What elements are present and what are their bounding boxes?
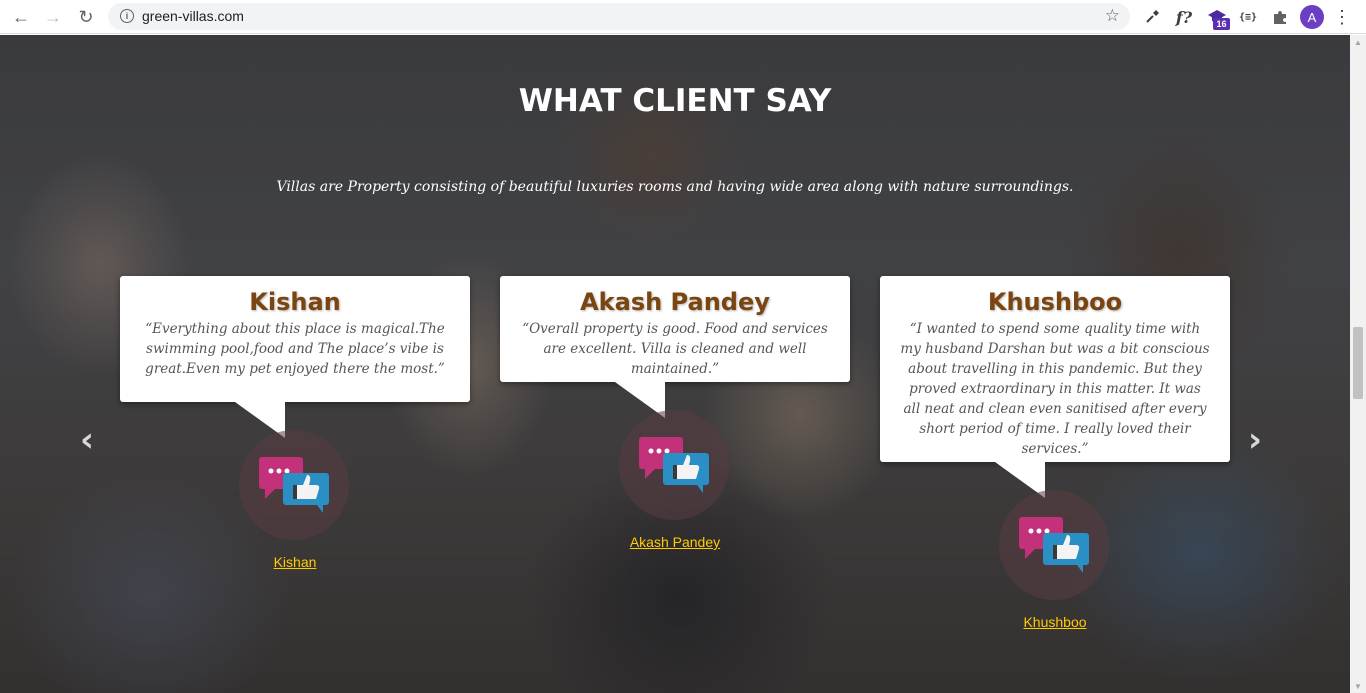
extension-count-badge: 16 xyxy=(1213,18,1230,30)
section-subtitle: Villas are Property consisting of beauti… xyxy=(276,179,1074,195)
browser-toolbar: ← → ↻ i green-villas.com ☆ f? 16 {≡} A ⋮ xyxy=(0,0,1366,34)
reload-button[interactable]: ↻ xyxy=(74,5,98,29)
back-button[interactable]: ← xyxy=(9,5,33,29)
chat-like-icon xyxy=(639,437,709,493)
client-name: Akash Pandey xyxy=(580,288,770,316)
puzzle-icon xyxy=(1274,11,1286,24)
testimonials-section: WHAT CLIENT SAY Villas are Property cons… xyxy=(0,35,1350,693)
client-name: Khushboo xyxy=(987,288,1123,316)
client-quote: “Everything about this place is magical.… xyxy=(145,321,445,377)
chat-like-icon xyxy=(259,457,329,513)
client-avatar-akash-pandey xyxy=(619,410,729,520)
url-text[interactable]: green-villas.com xyxy=(142,8,244,24)
client-quote: “Overall property is good. Food and serv… xyxy=(522,321,828,377)
page-scrollbar[interactable]: ▲ ▼ xyxy=(1350,35,1366,693)
json-extension-button[interactable]: {≡} xyxy=(1236,5,1260,29)
client-avatar-kishan xyxy=(239,430,349,540)
chat-like-icon xyxy=(1019,517,1089,573)
scroll-up-arrow-icon[interactable]: ▲ xyxy=(1350,35,1366,49)
testimonial-card-akash-pandey: Akash Pandey “Overall property is good. … xyxy=(500,276,850,418)
carousel-prev-arrow-icon[interactable]: ‹ xyxy=(80,420,94,460)
client-quote: “I wanted to spend some quality time wit… xyxy=(900,321,1210,457)
extensions-button[interactable] xyxy=(1270,5,1290,29)
scroll-thumb[interactable] xyxy=(1353,327,1363,399)
forward-arrow-icon: → xyxy=(44,7,62,27)
profile-avatar[interactable]: A xyxy=(1300,5,1324,29)
client-link-kishan[interactable]: Kishan xyxy=(195,554,395,570)
back-arrow-icon: ← xyxy=(12,7,30,27)
client-link-khushboo[interactable]: Khushboo xyxy=(955,614,1155,630)
client-avatar-khushboo xyxy=(999,490,1109,600)
address-bar[interactable]: i green-villas.com ☆ xyxy=(108,3,1130,30)
testimonial-card-kishan: Kishan “Everything about this place is m… xyxy=(120,276,470,438)
eyedropper-icon xyxy=(1146,10,1159,23)
section-title: WHAT CLIENT SAY xyxy=(518,83,832,119)
bookmark-star-icon[interactable]: ☆ xyxy=(1105,6,1120,26)
kebab-menu-icon: ⋮ xyxy=(1333,7,1351,27)
reload-icon: ↻ xyxy=(78,7,94,27)
scroll-down-arrow-icon[interactable]: ▼ xyxy=(1350,679,1366,693)
formula-extension-button[interactable]: f? xyxy=(1174,5,1194,29)
carousel-next-arrow-icon[interactable]: › xyxy=(1248,420,1262,460)
client-link-akash-pandey[interactable]: Akash Pandey xyxy=(575,534,775,550)
site-info-icon[interactable]: i xyxy=(120,9,134,23)
browser-menu-button[interactable]: ⋮ xyxy=(1332,5,1352,29)
eyedropper-extension-button[interactable] xyxy=(1142,5,1162,29)
forward-button[interactable]: → xyxy=(41,5,65,29)
client-name: Kishan xyxy=(249,288,341,316)
testimonial-card-khushboo: Khushboo “I wanted to spend some quality… xyxy=(880,276,1230,498)
